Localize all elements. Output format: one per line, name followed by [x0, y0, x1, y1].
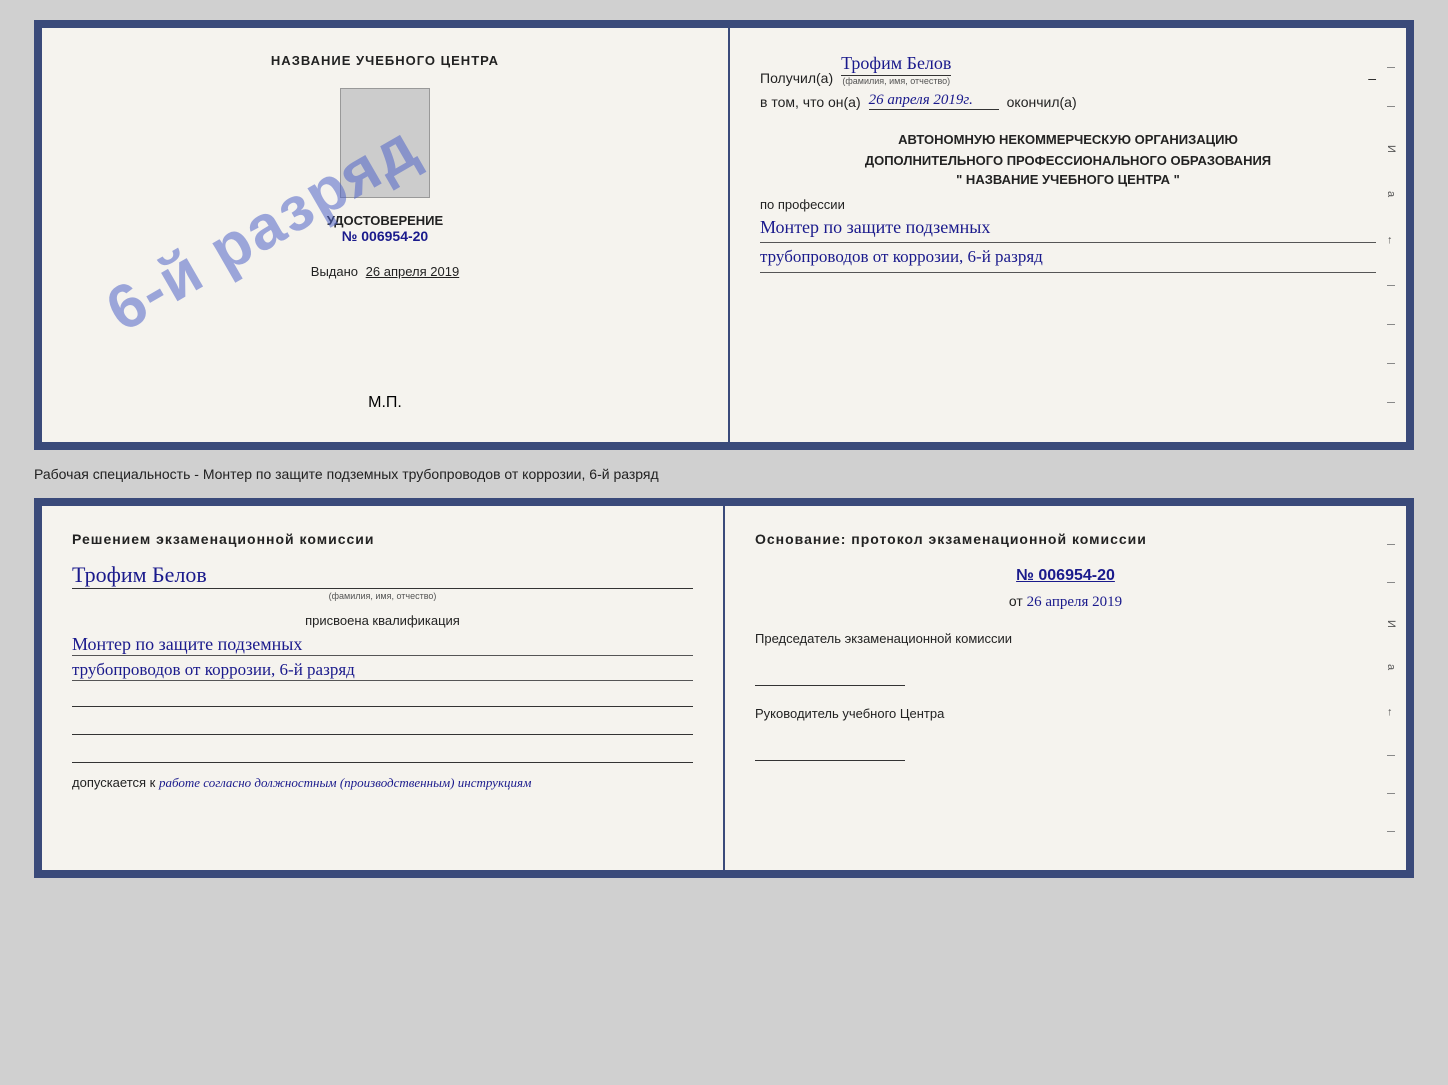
- recipient-sublabel: (фамилия, имя, отчество): [841, 76, 951, 86]
- bottom-left-panel: Решением экзаменационной комиссии Трофим…: [42, 506, 725, 870]
- side-mark-barrow: ←: [1385, 707, 1397, 718]
- institution-title-top: НАЗВАНИЕ УЧЕБНОГО ЦЕНТРА: [271, 53, 499, 68]
- photo-placeholder: [340, 88, 430, 198]
- top-left-panel: НАЗВАНИЕ УЧЕБНОГО ЦЕНТРА УДОСТОВЕРЕНИЕ №…: [42, 28, 730, 442]
- org-line1: АВТОНОМНУЮ НЕКОММЕРЧЕСКУЮ ОРГАНИЗАЦИЮ: [760, 130, 1376, 151]
- side-dash-b4: [1387, 793, 1395, 794]
- right-side-marks-bottom: И а ←: [1381, 506, 1401, 870]
- specialty-label: Рабочая специальность - Монтер по защите…: [34, 462, 1414, 486]
- org-line2: ДОПОЛНИТЕЛЬНОГО ПРОФЕССИОНАЛЬНОГО ОБРАЗО…: [760, 151, 1376, 172]
- protocol-date: от 26 апреля 2019: [755, 593, 1376, 611]
- director-block: Руководитель учебного Центра: [755, 706, 1376, 761]
- received-label: Получил(а): [760, 70, 833, 86]
- profession-line1: Монтер по защите подземных: [760, 217, 1376, 243]
- side-dash-b3: [1387, 755, 1395, 756]
- issued-date-block: Выдано 26 апреля 2019: [311, 264, 459, 279]
- bottom-right-panel: Основание: протокол экзаменационной коми…: [725, 506, 1406, 870]
- side-dash-b5: [1387, 831, 1395, 832]
- protocol-date-value: 26 апреля 2019: [1027, 594, 1123, 610]
- chairman-label: Председатель экзаменационной комиссии: [755, 631, 1376, 646]
- org-name: " НАЗВАНИЕ УЧЕБНОГО ЦЕНТРА ": [760, 172, 1376, 187]
- admission-block: допускается к работе согласно должностны…: [72, 775, 693, 791]
- issued-date-value: 26 апреля 2019: [366, 264, 460, 279]
- right-side-marks: И а ←: [1381, 28, 1401, 442]
- side-mark-arrow: ←: [1385, 235, 1397, 246]
- person-sublabel: (фамилия, имя, отчество): [72, 591, 693, 601]
- date-intro: в том, что он(а): [760, 94, 861, 110]
- institution-block: АВТОНОМНУЮ НЕКОММЕРЧЕСКУЮ ОРГАНИЗАЦИЮ ДО…: [760, 130, 1376, 187]
- side-dash-3: [1387, 285, 1395, 286]
- side-mark-i: И: [1385, 145, 1397, 153]
- qual-line2: трубопроводов от коррозии, 6-й разряд: [72, 660, 693, 681]
- admission-label: допускается к: [72, 775, 155, 790]
- recipient-line: Получил(а) Трофим Белов (фамилия, имя, о…: [760, 53, 1376, 86]
- side-dash-5: [1387, 363, 1395, 364]
- person-name: Трофим Белов: [72, 562, 693, 589]
- qual-line1: Монтер по защите подземных: [72, 634, 693, 656]
- side-mark-a: а: [1385, 191, 1397, 197]
- recipient-name: Трофим Белов: [841, 53, 951, 76]
- top-right-panel: Получил(а) Трофим Белов (фамилия, имя, о…: [730, 28, 1406, 442]
- chairman-signature-line: [755, 666, 905, 686]
- director-label: Руководитель учебного Центра: [755, 706, 1376, 721]
- bottom-document: Решением экзаменационной комиссии Трофим…: [34, 498, 1414, 878]
- director-signature-line: [755, 741, 905, 761]
- profession-line2: трубопроводов от коррозии, 6-й разряд: [760, 247, 1376, 273]
- blank-line-2: [72, 713, 693, 735]
- side-mark-ba: а: [1385, 664, 1397, 670]
- cert-title-block: УДОСТОВЕРЕНИЕ № 006954-20: [327, 213, 443, 244]
- side-dash-2: [1387, 106, 1395, 107]
- side-dash-4: [1387, 324, 1395, 325]
- mp-label: М.П.: [368, 374, 402, 412]
- cert-number: № 006954-20: [327, 228, 443, 244]
- blank-line-3: [72, 741, 693, 763]
- person-name-block: Трофим Белов (фамилия, имя, отчество): [72, 562, 693, 601]
- dash: –: [1368, 70, 1376, 86]
- side-dash-1: [1387, 67, 1395, 68]
- cert-label: УДОСТОВЕРЕНИЕ: [327, 213, 443, 228]
- issued-label: Выдано: [311, 264, 358, 279]
- date-prefix: от: [1009, 593, 1023, 609]
- profession-label: по профессии: [760, 197, 1376, 212]
- side-dash-b1: [1387, 544, 1395, 545]
- completed-label: окончил(а): [1007, 94, 1077, 110]
- side-dash-b2: [1387, 582, 1395, 583]
- chairman-block: Председатель экзаменационной комиссии: [755, 631, 1376, 686]
- date-line: в том, что он(а) 26 апреля 2019г. окончи…: [760, 92, 1376, 110]
- side-mark-bi: И: [1385, 620, 1397, 628]
- commission-title: Решением экзаменационной комиссии: [72, 531, 693, 547]
- basis-title: Основание: протокол экзаменационной коми…: [755, 531, 1376, 547]
- protocol-number: № 006954-20: [755, 567, 1376, 585]
- top-document: НАЗВАНИЕ УЧЕБНОГО ЦЕНТРА УДОСТОВЕРЕНИЕ №…: [34, 20, 1414, 450]
- qualification-label: присвоена квалификация: [72, 613, 693, 628]
- date-value: 26 апреля 2019г.: [869, 92, 999, 110]
- side-dash-6: [1387, 402, 1395, 403]
- blank-line-1: [72, 685, 693, 707]
- admission-text: работе согласно должностным (производств…: [159, 775, 531, 790]
